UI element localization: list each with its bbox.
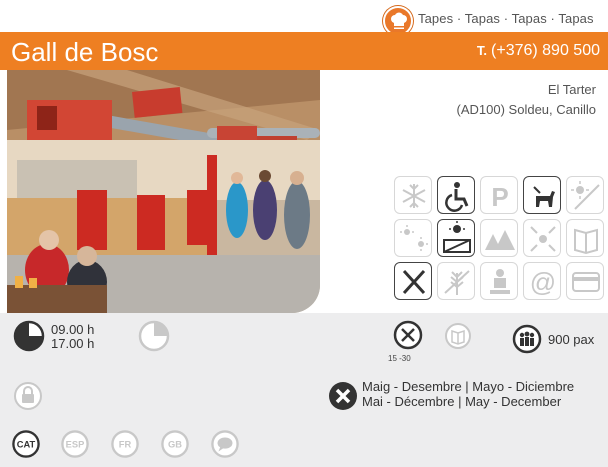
wheelchair-icon bbox=[437, 176, 475, 214]
opening-hours-icon bbox=[13, 320, 45, 357]
menu-icon bbox=[566, 219, 604, 257]
restaurant-name: Gall de Bosc bbox=[11, 37, 159, 67]
address: El Tarter (AD100) Soldeu, Canillo bbox=[457, 80, 596, 120]
address-line-2: (AD100) Soldeu, Canillo bbox=[456, 102, 596, 117]
meal-time-range: 15 -30 bbox=[388, 354, 411, 363]
season-dates: Maig - Desembre | Mayo - Diciembre Mai -… bbox=[362, 379, 574, 409]
phone-value: (+376) 890 500 bbox=[491, 42, 600, 59]
opening-time: 09.00 h bbox=[51, 322, 95, 337]
language-cat-icon[interactable]: CAT bbox=[12, 430, 40, 463]
mountain-view-icon bbox=[480, 219, 518, 257]
meal-time-icon bbox=[393, 320, 423, 355]
credit-card-icon bbox=[566, 262, 604, 300]
language-esp-icon[interactable]: ESP bbox=[61, 430, 89, 463]
air-conditioning-icon bbox=[394, 176, 432, 214]
closing-time: 17.00 h bbox=[51, 336, 95, 351]
phone-number[interactable]: T. (+376) 890 500 bbox=[477, 42, 600, 60]
gluten-free-icon bbox=[437, 262, 475, 300]
category-label: Tapes · Tapas · Tapas · Tapas bbox=[418, 11, 594, 26]
svg-text:@: @ bbox=[530, 267, 556, 297]
category-strip: Tapes · Tapas · Tapas · Tapas bbox=[0, 0, 608, 36]
cooking-class-icon bbox=[480, 262, 518, 300]
title-bar: Gall de Bosc T. (+376) 890 500 bbox=[0, 32, 608, 70]
svg-text:FR: FR bbox=[119, 440, 132, 450]
address-line-1: El Tarter bbox=[547, 82, 596, 97]
phone-label: T. bbox=[476, 43, 488, 58]
capacity-text: 900 pax bbox=[548, 332, 595, 347]
season-line-1: Maig - Desembre | Mayo - Diciembre bbox=[362, 379, 575, 394]
svg-text:GB: GB bbox=[168, 440, 182, 450]
speech-bubble-icon[interactable] bbox=[211, 430, 239, 463]
opening-hours: 09.00 h 17.00 h bbox=[51, 323, 94, 351]
svg-text:CAT: CAT bbox=[17, 440, 36, 450]
svg-text:ESP: ESP bbox=[66, 440, 85, 450]
language-fr-icon[interactable]: FR bbox=[111, 430, 139, 463]
menu-book-icon bbox=[444, 322, 472, 355]
heating-icon bbox=[394, 219, 432, 257]
season-line-2: Mai - Décembre | May - December bbox=[362, 394, 562, 409]
parking-icon: P bbox=[480, 176, 518, 214]
closed-period-icon bbox=[328, 381, 358, 416]
internet-icon: @ bbox=[523, 262, 561, 300]
svg-text:P: P bbox=[491, 182, 508, 212]
terrace-icon bbox=[437, 219, 475, 257]
restaurant-icon bbox=[394, 262, 432, 300]
restaurant-photo bbox=[7, 70, 320, 313]
lock-icon bbox=[13, 381, 43, 416]
terrace-off-icon bbox=[566, 176, 604, 214]
language-gb-icon[interactable]: GB bbox=[161, 430, 189, 463]
capacity-icon bbox=[512, 324, 542, 359]
afternoon-hours-icon bbox=[138, 320, 170, 357]
pets-allowed-icon bbox=[523, 176, 561, 214]
air-renewal-icon bbox=[523, 219, 561, 257]
